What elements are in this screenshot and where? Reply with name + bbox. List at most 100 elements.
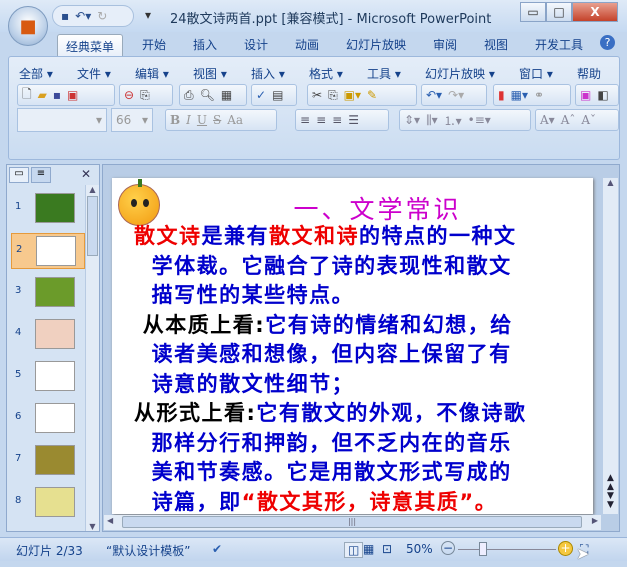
help-icon[interactable]: ? <box>600 35 615 50</box>
tab-insert[interactable]: 插入 <box>193 36 217 53</box>
tab-outline[interactable]: ≡ <box>31 167 51 183</box>
research-icon[interactable]: ▤ <box>272 88 283 102</box>
black-white-icon[interactable]: ◧ <box>597 88 608 102</box>
undo-icon[interactable]: ↶▾ <box>75 9 91 23</box>
font-size-combo[interactable]: 66 ▾ <box>111 108 153 132</box>
slide-thumbnail[interactable]: 4 <box>11 317 85 353</box>
text-run: 诗意的散文性细节； <box>134 371 355 396</box>
menu-file[interactable]: 文件 ▾ <box>77 65 111 82</box>
close-button[interactable]: X <box>572 2 618 22</box>
scroll-thumb[interactable] <box>87 196 98 256</box>
slideshow-view-icon[interactable]: ⊡ <box>382 542 392 556</box>
line-spacing-icon[interactable]: ⇕▾ <box>404 113 420 127</box>
scroll-thumb[interactable]: ||| <box>122 516 582 528</box>
tab-slideshow[interactable]: 幻灯片放映 <box>346 36 406 53</box>
preview-icon[interactable]: 🔍︎ <box>200 88 215 102</box>
permission-icon[interactable]: ▣ <box>67 88 78 102</box>
tab-design[interactable]: 设计 <box>244 36 268 53</box>
tab-developer[interactable]: 开发工具 <box>535 36 583 53</box>
spell-check-status-icon[interactable]: ✔ <box>212 542 222 556</box>
normal-view-icon[interactable]: ◫ <box>344 542 364 558</box>
zoom-slider-thumb[interactable] <box>479 542 487 556</box>
numbering-icon[interactable]: ⒈▾ <box>444 112 462 129</box>
insert-toolbar: ▮ ▦▾ ⚭ <box>493 84 571 106</box>
prev-next-slide-icon[interactable]: ▲ ▲ ▼ ▼ <box>603 474 618 510</box>
tab-animation[interactable]: 动画 <box>295 36 319 53</box>
table-icon[interactable]: ▦▾ <box>511 88 528 102</box>
tab-slides[interactable]: ▭ <box>9 167 29 183</box>
menu-view[interactable]: 视图 ▾ <box>193 65 227 82</box>
menu-window[interactable]: 窗口 ▾ <box>519 65 553 82</box>
tab-home[interactable]: 开始 <box>142 36 166 53</box>
shrink-font-icon[interactable]: Aˇ <box>581 113 596 127</box>
slide-thumbnail[interactable]: 7 <box>11 443 85 479</box>
grid-icon[interactable]: ▦ <box>221 88 232 102</box>
customize-qat-icon[interactable]: ▾ <box>145 8 151 22</box>
cut-icon[interactable]: ✂ <box>312 88 322 102</box>
save-icon[interactable]: ▪ <box>61 9 69 23</box>
bullets-icon[interactable]: •≡▾ <box>468 113 491 127</box>
format-painter-icon[interactable]: ✎ <box>367 88 377 102</box>
font-name-combo[interactable]: ▾ <box>17 108 107 132</box>
slide-canvas[interactable]: 一、文学常识 散文诗是兼有散文和诗的特点的一种文 学体裁。它融合了诗的表现性和散… <box>112 178 593 514</box>
slide-thumbnail[interactable]: 1 <box>11 191 85 227</box>
thumbnail-scrollbar[interactable]: ▲ ▼ <box>85 185 99 531</box>
text-run: 散文诗 <box>134 224 202 248</box>
menu-all[interactable]: 全部 ▾ <box>19 65 53 82</box>
minimize-button[interactable]: ▭ <box>520 2 546 22</box>
paste-icon[interactable]: ▣▾ <box>344 88 361 102</box>
redo-icon[interactable]: ↻ <box>97 9 107 23</box>
align-right-icon[interactable]: ≡ <box>332 113 342 127</box>
open-icon[interactable]: ▰ <box>38 88 47 102</box>
vertical-scrollbar[interactable]: ▲ ▲ ▲ ▼ ▼ <box>603 178 618 514</box>
attach-icon[interactable]: ⎘ <box>140 88 150 103</box>
change-case-button[interactable]: Aa <box>227 113 243 127</box>
menu-insert[interactable]: 插入 ▾ <box>251 65 285 82</box>
close-panel-icon[interactable]: ✕ <box>81 167 91 181</box>
office-button[interactable]: ■ <box>8 6 48 46</box>
tab-classic-menu[interactable]: 经典菜单 <box>57 34 124 58</box>
tab-review[interactable]: 审阅 <box>433 36 457 53</box>
slide-thumbnail[interactable]: 6 <box>11 401 85 437</box>
zoom-in-button[interactable]: + <box>558 541 573 556</box>
redo-icon[interactable]: ↷▾ <box>448 88 464 102</box>
bold-button[interactable]: B <box>170 113 180 127</box>
columns-icon[interactable]: ⫼▾ <box>426 113 438 128</box>
italic-button[interactable]: I <box>186 113 191 127</box>
print-icon[interactable]: ⎙ <box>184 88 194 103</box>
spellcheck-icon[interactable]: ✓ <box>256 88 266 102</box>
delete-icon[interactable]: ⊖ <box>124 88 134 102</box>
menu-help[interactable]: 帮助 <box>577 65 601 82</box>
horizontal-scrollbar[interactable]: ◀ ||| ▶ <box>104 515 601 530</box>
chart-icon[interactable]: ▮ <box>498 88 505 102</box>
menu-edit[interactable]: 编辑 ▾ <box>135 65 169 82</box>
grow-font-icon[interactable]: Aˆ <box>561 113 576 127</box>
hyperlink-icon[interactable]: ⚭ <box>534 88 544 102</box>
shadow-button[interactable]: S <box>213 113 221 127</box>
slide-sorter-icon[interactable]: ▦ <box>363 542 374 556</box>
copy-icon[interactable]: ⎘ <box>328 88 338 103</box>
zoom-out-button[interactable]: − <box>441 541 455 555</box>
menu-slideshow[interactable]: 幻灯片放映 ▾ <box>425 65 495 82</box>
slide-thumbnail[interactable]: 8 <box>11 485 85 521</box>
new-icon[interactable]: 🗋 <box>22 85 32 106</box>
zoom-slider[interactable] <box>458 549 556 550</box>
body-line: 描写性的某些特点。 <box>134 281 584 311</box>
tab-view[interactable]: 视图 <box>484 36 508 53</box>
color-icon[interactable]: ▣ <box>580 88 591 102</box>
slide-thumbnail[interactable]: 5 <box>11 359 85 395</box>
menu-tools[interactable]: 工具 ▾ <box>367 65 401 82</box>
undo-icon[interactable]: ↶▾ <box>426 88 442 102</box>
align-center-icon[interactable]: ≡ <box>316 113 326 127</box>
menu-format[interactable]: 格式 ▾ <box>309 65 343 82</box>
zoom-level[interactable]: 50% <box>406 542 433 556</box>
maximize-button[interactable]: □ <box>546 2 572 22</box>
slide-thumbnail[interactable]: 2 <box>11 233 85 269</box>
align-left-icon[interactable]: ≡ <box>300 113 310 127</box>
justify-icon[interactable]: ☰ <box>348 113 359 127</box>
slide-thumbnail[interactable]: 3 <box>11 275 85 311</box>
font-color-icon[interactable]: A▾ <box>540 113 555 127</box>
text-run: 描写性的某些特点。 <box>134 283 355 307</box>
save-icon[interactable]: ▪ <box>53 88 61 102</box>
underline-button[interactable]: U <box>197 113 207 127</box>
